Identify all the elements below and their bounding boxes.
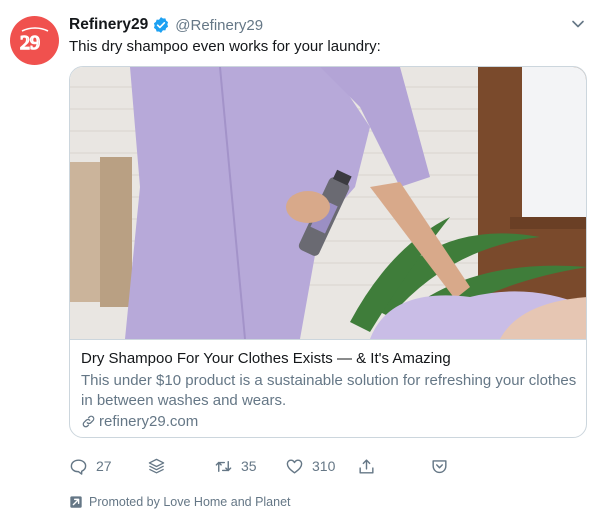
handle[interactable]: @Refinery29 — [175, 17, 263, 34]
link-icon — [82, 415, 95, 427]
heart-icon — [286, 458, 303, 474]
promoted-label[interactable]: Promoted by Love Home and Planet — [69, 493, 291, 511]
reply-button[interactable]: 27 — [69, 455, 112, 477]
card-title[interactable]: Dry Shampoo For Your Clothes Exists — & … — [81, 350, 451, 367]
tweet-text: This dry shampoo even works for your lau… — [69, 38, 381, 55]
tweet-actions: 27 35 310 — [69, 455, 469, 477]
refinery29-logo-icon: 29 — [19, 26, 48, 54]
card-divider — [70, 339, 586, 340]
card-domain-text: refinery29.com — [99, 412, 199, 430]
card-domain[interactable]: refinery29.com — [81, 411, 198, 431]
promoted-tweet[interactable]: 29 Refinery29 @Refinery29 This dry shamp… — [0, 0, 598, 524]
stack-button[interactable] — [147, 455, 166, 477]
like-button[interactable]: 310 — [285, 455, 335, 477]
display-name[interactable]: Refinery29 — [69, 16, 148, 34]
save-button[interactable] — [430, 455, 449, 477]
svg-text:29: 29 — [20, 32, 40, 54]
tweet-header: Refinery29 @Refinery29 — [69, 14, 263, 36]
pocket-save-icon — [432, 459, 447, 473]
promoted-text: Promoted by Love Home and Planet — [89, 495, 291, 509]
avatar[interactable]: 29 — [10, 16, 59, 65]
promoted-arrow-icon — [70, 496, 82, 508]
card-description[interactable]: This under $10 product is a sustainable … — [81, 371, 581, 411]
reply-icon — [70, 458, 87, 475]
card-image[interactable] — [70, 67, 587, 339]
share-icon — [359, 458, 374, 474]
retweet-count: 35 — [241, 458, 257, 474]
reply-count: 27 — [96, 458, 112, 474]
like-count: 310 — [312, 458, 336, 474]
chevron-down-icon[interactable] — [570, 16, 586, 32]
layers-icon — [148, 458, 165, 473]
retweet-button[interactable]: 35 — [214, 455, 257, 477]
retweet-icon — [215, 460, 232, 472]
verified-badge-icon — [154, 17, 169, 33]
link-card[interactable]: Dry Shampoo For Your Clothes Exists — & … — [69, 66, 587, 438]
share-button[interactable] — [357, 455, 376, 477]
